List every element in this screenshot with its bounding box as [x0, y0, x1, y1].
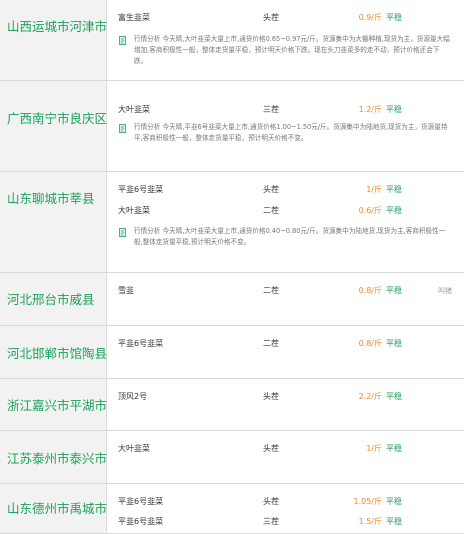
trend-label: 平稳: [386, 286, 402, 295]
region-cell: 广西南宁市良庆区: [0, 81, 107, 171]
list-item[interactable]: 山西运城市河津市 富生韭菜 头茬 0.9/斤 平稳行情分析 今天晴,大叶韭菜大量上市,通…: [0, 0, 464, 80]
trend-label: 平稳: [386, 339, 402, 348]
price-value: 0.8/斤: [358, 339, 382, 348]
grade-label: 头茬: [263, 392, 279, 401]
side-label: 叫猪: [438, 287, 452, 295]
price-value: 1/斤: [366, 444, 382, 453]
region-cell: 河北邯郸市馆陶县: [0, 326, 107, 378]
variety-label: 富生韭菜: [118, 13, 150, 22]
region-link[interactable]: 浙江嘉兴市平湖市: [7, 395, 107, 414]
trend-label: 平稳: [386, 206, 402, 215]
region-cell: 江苏泰州市泰兴市: [0, 431, 107, 483]
grade-label: 三茬: [263, 517, 279, 526]
region-link[interactable]: 山东聊城市莘县: [7, 188, 95, 207]
market-analysis-note: 行情分析 今天晴,大叶韭菜大量上市,通货价格0.40~0.80元/斤。货源集中为…: [134, 227, 446, 246]
grade-label: 二茬: [263, 286, 279, 295]
grade-label: 头茬: [263, 185, 279, 194]
price-value: 1/斤: [366, 185, 382, 194]
price-value: 1.5/斤: [358, 517, 382, 526]
document-icon: [119, 228, 126, 237]
price-value: 2.2/斤: [358, 392, 382, 401]
list-item[interactable]: 山东德州市禹城市 平韭6号韭菜 头茬 1.05/斤 平稳 平韭6号韭菜 三茬 1.5/斤 平稳: [0, 484, 464, 533]
region-link[interactable]: 江苏泰州市泰兴市: [7, 448, 107, 467]
trend-label: 平稳: [386, 444, 402, 453]
market-analysis-note: 行情分析 今天晴,平韭6号韭菜大量上市,通货价格1.00~1.50元/斤。货源集…: [134, 123, 448, 142]
price-value: 0.6/斤: [358, 206, 382, 215]
region-cell: 浙江嘉兴市平湖市: [0, 379, 107, 430]
region-link[interactable]: 河北邢台市威县: [7, 289, 95, 308]
list-item[interactable]: 广西南宁市良庆区 大叶韭菜 三茬 1.2/斤 平稳行情分析 今天晴,平韭6号韭菜大量上市…: [0, 81, 464, 171]
trend-label: 平稳: [386, 13, 402, 22]
variety-label: 大叶韭菜: [118, 105, 150, 114]
region-cell: 河北邢台市威县: [0, 273, 107, 325]
region-cell: 山东聊城市莘县: [0, 172, 107, 272]
price-value: 0.9/斤: [358, 13, 382, 22]
document-icon: [119, 36, 126, 45]
trend-label: 平稳: [386, 185, 402, 194]
list-item[interactable]: 江苏泰州市泰兴市 大叶韭菜 头茬 1/斤 平稳: [0, 431, 464, 483]
variety-label: 顶风2号: [118, 392, 148, 401]
list-item[interactable]: 河北邯郸市馆陶县 平韭6号韭菜 二茬 0.8/斤 平稳: [0, 326, 464, 378]
trend-label: 平稳: [386, 517, 402, 526]
grade-label: 二茬: [263, 339, 279, 348]
region-link[interactable]: 山东德州市禹城市: [7, 498, 107, 517]
variety-label: 大叶韭菜: [118, 444, 150, 453]
region-link[interactable]: 广西南宁市良庆区: [7, 108, 107, 127]
region-cell: 山西运城市河津市: [0, 0, 107, 80]
variety-label: 平韭6号韭菜: [118, 517, 164, 526]
price-value: 1.2/斤: [358, 105, 382, 114]
trend-label: 平稳: [386, 105, 402, 114]
grade-label: 二茬: [263, 206, 279, 215]
grade-label: 头茬: [263, 497, 279, 506]
grade-label: 头茬: [263, 444, 279, 453]
variety-label: 平韭6号韭菜: [118, 339, 164, 348]
variety-label: 平韭6号韭菜: [118, 497, 164, 506]
list-item[interactable]: 浙江嘉兴市平湖市 顶风2号 头茬 2.2/斤 平稳: [0, 379, 464, 430]
trend-label: 平稳: [386, 497, 402, 506]
document-icon: [119, 124, 126, 133]
grade-label: 头茬: [263, 13, 279, 22]
market-analysis-note: 行情分析 今天晴,大叶韭菜大量上市,通货价格0.65~0.97元/斤。货源集中为…: [134, 35, 450, 65]
price-value: 0.8/斤: [358, 286, 382, 295]
region-cell: 山东德州市禹城市: [0, 484, 107, 533]
region-link[interactable]: 山西运城市河津市: [7, 16, 107, 35]
variety-label: 雪韭: [118, 286, 134, 295]
region-link[interactable]: 河北邯郸市馆陶县: [7, 343, 107, 362]
list-item[interactable]: 河北邢台市威县 雪韭 二茬 0.8/斤 平稳 叫猪: [0, 273, 464, 325]
price-value: 1.05/斤: [353, 497, 382, 506]
grade-label: 三茬: [263, 105, 279, 114]
variety-label: 平韭6号韭菜: [118, 185, 164, 194]
list-item[interactable]: 山东聊城市莘县 平韭6号韭菜 头茬 1/斤 平稳 大叶韭菜 二茬 0.6/斤 平稳 行情分析 今天…: [0, 172, 464, 272]
trend-label: 平稳: [386, 392, 402, 401]
price-list: 山西运城市河津市 富生韭菜 头茬 0.9/斤 平稳 行情分析 今天晴,大叶韭菜大量上市,通…: [0, 0, 464, 534]
variety-label: 大叶韭菜: [118, 206, 150, 215]
